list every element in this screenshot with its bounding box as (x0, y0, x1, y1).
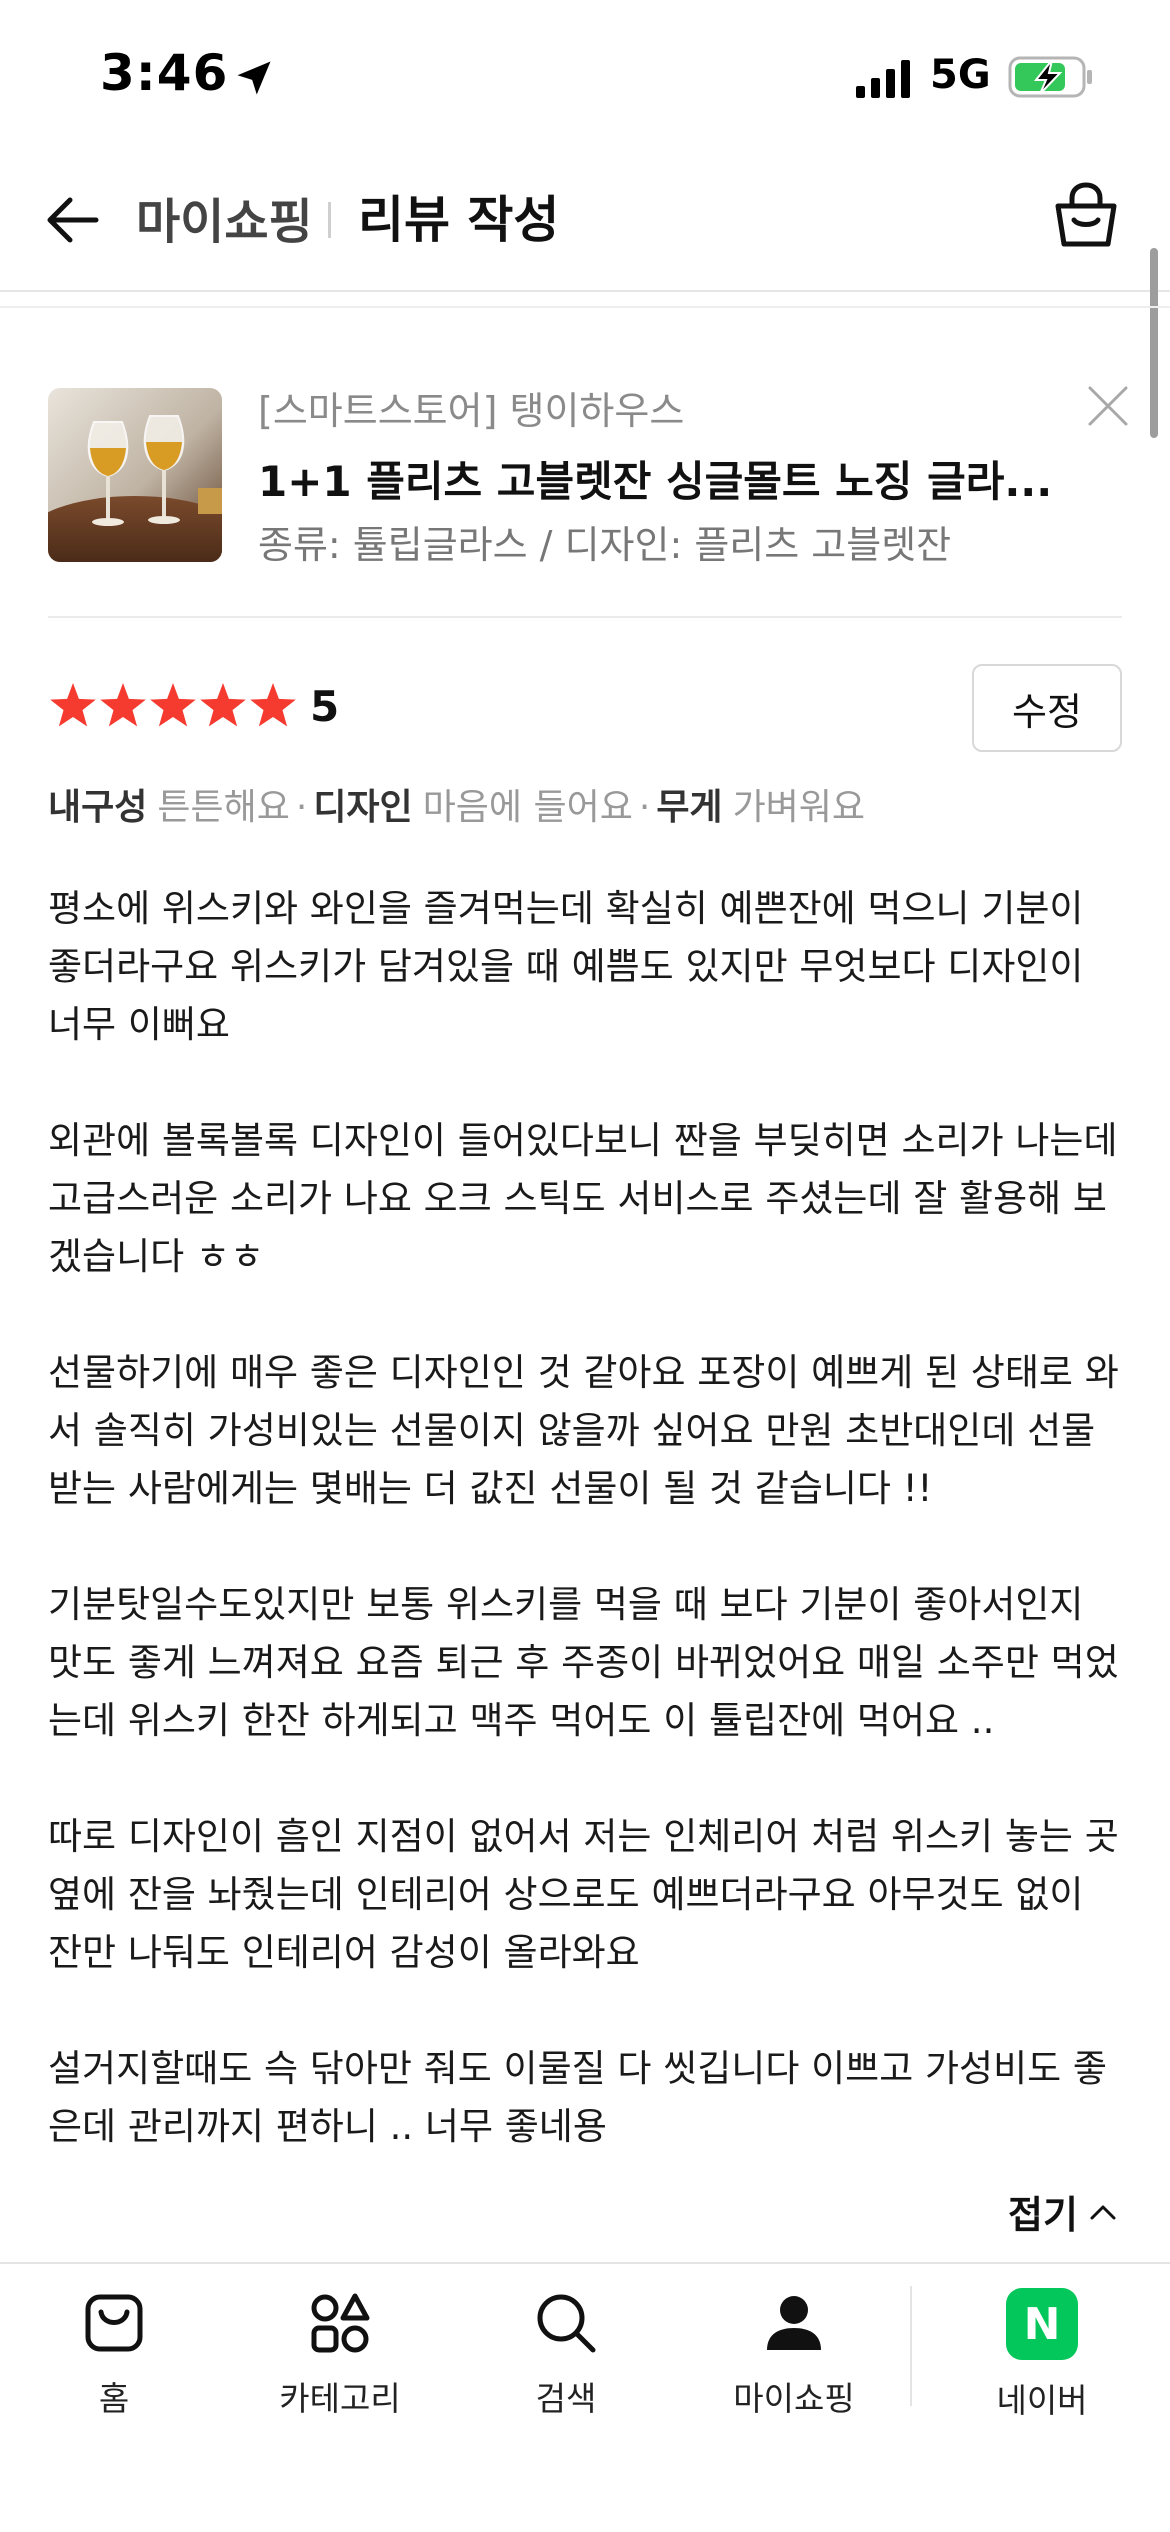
location-arrow-icon (237, 61, 271, 95)
star-icon[interactable] (100, 683, 146, 727)
breadcrumb-separator (328, 202, 331, 238)
bottom-navigation: 홈 카테고리 검색 마이쇼핑 N 네이버 (0, 2262, 1170, 2532)
nav-divider (910, 2286, 912, 2406)
status-time: 3:46 (100, 44, 229, 102)
star-icon[interactable] (200, 683, 246, 727)
collapse-button[interactable]: 접기 (1008, 2184, 1120, 2239)
edit-button[interactable]: 수정 (972, 664, 1122, 752)
status-bar: 3:46 5G (0, 0, 1170, 150)
chevron-up-icon (1090, 2205, 1116, 2219)
attr-value-design: 마음에 들어요 (422, 787, 633, 828)
page-title: 리뷰 작성 (358, 191, 560, 249)
divider (48, 616, 1122, 618)
search-icon (537, 2294, 596, 2353)
attr-key-design: 디자인 (313, 787, 413, 828)
scrollbar[interactable] (1150, 248, 1158, 438)
star-icon[interactable] (250, 683, 296, 727)
nav-label: 검색 (535, 2379, 597, 2418)
product-image (48, 388, 222, 562)
battery-charging-icon (1008, 56, 1092, 98)
nav-label: 홈 (98, 2379, 130, 2418)
nav-category[interactable]: 카테고리 (240, 2288, 440, 2428)
person-icon (767, 2296, 821, 2350)
shopping-bag-icon[interactable] (1050, 180, 1122, 252)
star-rating (50, 683, 296, 727)
breadcrumb-parent[interactable]: 마이쇼핑 (136, 182, 313, 252)
nav-label: 마이쇼핑 (733, 2379, 855, 2418)
attr-value-weight: 가벼워요 (732, 787, 866, 828)
review-paragraph: 기분탓일수도있지만 보통 위스키를 먹을 때 보다 기분이 좋아서인지 맛도 좋… (48, 1583, 1119, 1742)
attr-value-durability: 튼튼해요 (157, 787, 290, 828)
review-paragraph: 평소에 위스키와 와인을 즐겨먹는데 확실히 예쁜잔에 먹으니 기분이 좋더라구… (48, 887, 1084, 1046)
nav-home[interactable]: 홈 (14, 2288, 214, 2428)
review-attributes: 내구성 튼튼해요 · 디자인 마음에 들어요 · 무게 가벼워요 (48, 778, 865, 830)
collapse-label: 접기 (1008, 2193, 1078, 2237)
home-bag-icon (85, 2294, 143, 2352)
arrow-left-icon[interactable] (42, 190, 102, 250)
star-icon[interactable] (50, 683, 96, 727)
divider (0, 306, 1170, 308)
attr-separator: · (638, 787, 651, 828)
cellular-signal-icon (856, 60, 910, 98)
review-paragraph: 선물하기에 매우 좋은 디자인인 것 같아요 포장이 예쁘게 된 상태로 와서 … (48, 1351, 1119, 1510)
nav-myshopping[interactable]: 마이쇼핑 (694, 2288, 894, 2428)
product-name[interactable]: 1+1 플리츠 고블렛잔 싱글몰트 노징 글라... (258, 448, 1058, 509)
category-icon (311, 2293, 370, 2353)
product-option: 종류: 튤립글라스 / 디자인: 플리츠 고블렛잔 (258, 523, 952, 567)
review-paragraph: 따로 디자인이 흠인 지점이 없어서 저는 인체리어 처럼 위스키 놓는 곳 옆… (48, 1815, 1119, 1974)
review-paragraph: 설거지할때도 슥 닦아만 줘도 이물질 다 씻깁니다 이쁘고 가성비도 좋은데 … (48, 2047, 1107, 2148)
rating-score: 5 (310, 682, 340, 731)
attr-separator: · (295, 787, 308, 828)
nav-label: 네이버 (996, 2381, 1088, 2420)
nav-search[interactable]: 검색 (466, 2288, 666, 2428)
review-text: 평소에 위스키와 와인을 즐겨먹는데 확실히 예쁜잔에 먹으니 기분이 좋더라구… (48, 880, 1122, 2214)
review-paragraph: 외관에 볼록볼록 디자인이 들어있다보니 짠을 부딪히면 소리가 나는데 고급스… (48, 1119, 1118, 1278)
attr-key-weight: 무게 (656, 787, 723, 828)
store-name[interactable]: [스마트스토어] 탱이하우스 (258, 380, 684, 435)
nav-label: 카테고리 (279, 2379, 401, 2418)
star-icon[interactable] (150, 683, 196, 727)
nav-naver[interactable]: N 네이버 (942, 2288, 1142, 2428)
network-type: 5G (930, 52, 991, 98)
attr-key-durability: 내구성 (48, 787, 148, 828)
naver-icon: N (1006, 2288, 1078, 2360)
close-icon[interactable] (1086, 384, 1130, 428)
header: 마이쇼핑 리뷰 작성 (0, 150, 1170, 292)
product-thumbnail[interactable] (48, 388, 222, 562)
